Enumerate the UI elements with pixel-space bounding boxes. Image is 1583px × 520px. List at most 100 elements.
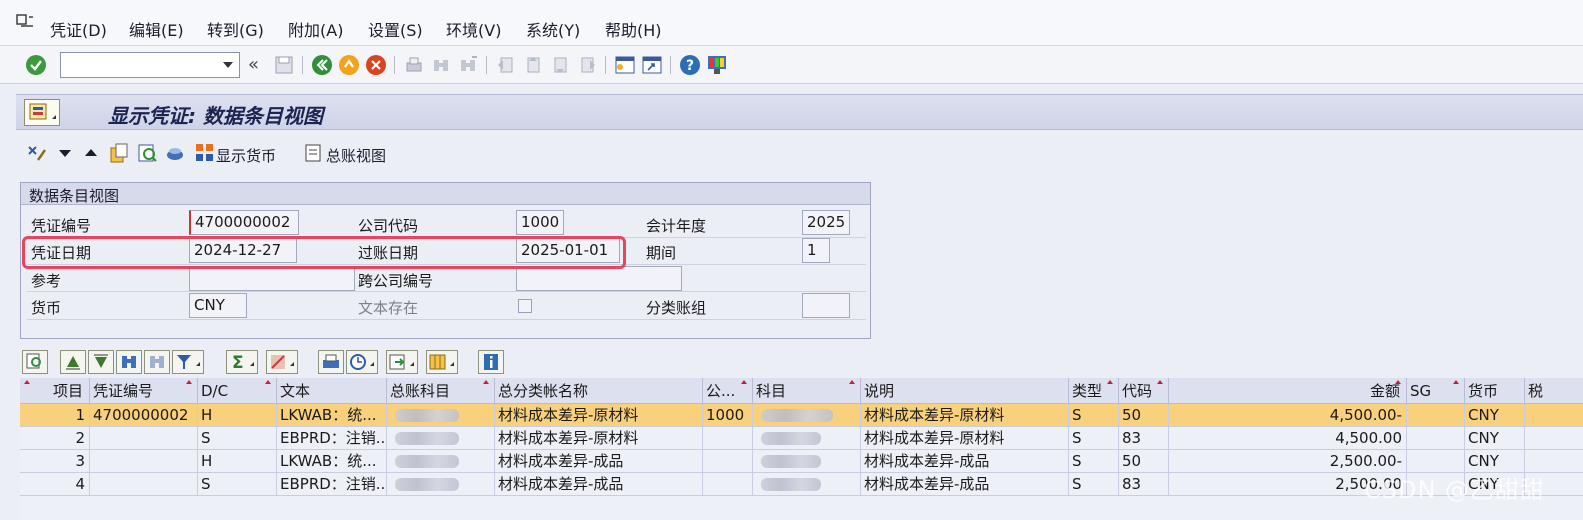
page-title: 显示凭证: 数据条目视图 <box>108 104 323 128</box>
sort-marker-icon <box>265 380 271 384</box>
cell-tax <box>1525 427 1583 450</box>
total-icon[interactable]: Σ <box>226 350 258 374</box>
cell-gl-account <box>387 404 495 427</box>
export-icon[interactable] <box>346 350 378 374</box>
collapse-up-icon[interactable] <box>80 142 102 164</box>
screen-title-bar: 显示凭证: 数据条目视图 <box>16 94 1583 130</box>
details-icon[interactable] <box>22 350 48 374</box>
currency-field[interactable]: CNY <box>189 293 247 318</box>
taxes-icon[interactable] <box>164 142 186 164</box>
menu-document[interactable]: 凭证(D) <box>50 17 107 41</box>
previous-page-icon[interactable] <box>522 54 544 76</box>
blurred-value <box>395 478 459 491</box>
menu-help[interactable]: 帮助(H) <box>605 17 662 41</box>
information-icon[interactable] <box>478 350 504 374</box>
subtotal-icon[interactable] <box>266 350 298 374</box>
sort-descending-icon[interactable] <box>88 350 114 374</box>
save-icon[interactable] <box>273 54 295 76</box>
create-session-icon[interactable] <box>614 54 636 76</box>
find-next-icon[interactable] <box>457 54 479 76</box>
find-next-icon[interactable] <box>144 350 170 374</box>
column-header-gl-account-name[interactable]: 总分类帐名称 <box>495 378 703 404</box>
blurred-value <box>395 455 459 468</box>
next-page-icon[interactable] <box>549 54 571 76</box>
display-currency-icon[interactable] <box>194 142 216 164</box>
cross-company-number-field[interactable] <box>516 266 682 291</box>
display-currency-button[interactable]: 显示货币 <box>216 145 276 166</box>
fiscal-year-field[interactable]: 2025 <box>802 210 850 235</box>
period-label: 期间 <box>646 244 677 262</box>
cell-gl-account <box>387 473 495 496</box>
cell-document-number <box>90 427 198 450</box>
sort-marker-icon <box>1107 380 1113 384</box>
last-page-icon[interactable] <box>576 54 598 76</box>
period-field[interactable]: 1 <box>802 238 830 263</box>
company-code-field[interactable]: 1000 <box>516 210 564 235</box>
customize-layout-icon[interactable] <box>706 54 728 76</box>
cell-text: LKWAB：统... <box>277 450 387 473</box>
other-document-icon[interactable] <box>108 142 130 164</box>
filter-icon[interactable] <box>172 350 204 374</box>
document-number-field[interactable]: 4700000002 <box>189 210 299 235</box>
general-ledger-view-icon[interactable] <box>303 142 325 164</box>
back-icon[interactable] <box>311 54 333 76</box>
menu-toggle-icon[interactable] <box>16 14 34 29</box>
command-field[interactable] <box>60 52 240 78</box>
column-header-account[interactable]: 科目 <box>753 378 861 404</box>
change-layout-icon[interactable] <box>426 350 458 374</box>
menu-goto[interactable]: 转到(G) <box>207 17 264 41</box>
toolbar-separator <box>486 56 487 74</box>
cell-gl-account <box>387 427 495 450</box>
cell-item: 4 <box>20 473 90 496</box>
column-header-tax[interactable]: 税 <box>1525 378 1583 404</box>
menu-system[interactable]: 系统(Y) <box>526 17 580 41</box>
history-back-icon[interactable]: « <box>248 54 259 75</box>
find-icon[interactable] <box>116 350 142 374</box>
ledger-group-field[interactable] <box>802 293 850 318</box>
column-header-currency[interactable]: 货币 <box>1465 378 1525 404</box>
print-icon[interactable] <box>403 54 425 76</box>
enter-check-icon[interactable] <box>25 54 47 76</box>
expand-down-icon[interactable] <box>54 142 76 164</box>
column-header-text[interactable]: 文本 <box>277 378 387 404</box>
find-icon[interactable] <box>430 54 452 76</box>
reference-field[interactable] <box>189 266 355 291</box>
display-document-icon[interactable] <box>136 142 158 164</box>
cell-debit-credit: S <box>198 427 277 450</box>
grid-header: 项目 凭证编号 D/C 文本 总账科目 总分类帐名称 公... 科目 说明 类型… <box>20 378 1583 404</box>
cancel-icon[interactable] <box>365 54 387 76</box>
sort-marker-icon <box>24 380 30 384</box>
menu-settings[interactable]: 设置(S) <box>368 17 423 41</box>
sort-ascending-icon[interactable] <box>60 350 86 374</box>
toolbar-separator <box>394 56 395 74</box>
first-page-icon[interactable] <box>495 54 517 76</box>
cell-gl-account <box>387 450 495 473</box>
send-icon[interactable] <box>386 350 418 374</box>
menu-environment[interactable]: 环境(V) <box>446 17 501 41</box>
chevron-down-icon[interactable] <box>223 62 233 68</box>
general-ledger-view-button[interactable]: 总账视图 <box>326 145 386 166</box>
document-overview-icon[interactable] <box>24 99 60 126</box>
print-preview-icon[interactable] <box>318 350 344 374</box>
column-header-description[interactable]: 说明 <box>861 378 1069 404</box>
table-row[interactable]: 3 H LKWAB：统... 材料成本差异-成品 材料成本差异-成品 S 50 … <box>20 450 1583 473</box>
exit-icon[interactable] <box>338 54 360 76</box>
currency-label: 货币 <box>31 299 62 317</box>
column-header-gl-account[interactable]: 总账科目 <box>387 378 495 404</box>
sort-marker-icon <box>483 380 489 384</box>
table-row[interactable]: 4 S EBPRD：注销... 材料成本差异-成品 材料成本差异-成品 S 83… <box>20 473 1583 496</box>
menu-edit[interactable]: 编辑(E) <box>129 17 184 41</box>
shortcut-icon[interactable] <box>641 54 663 76</box>
sort-marker-icon <box>186 380 192 384</box>
cell-gl-account-name: 材料成本差异-成品 <box>495 450 703 473</box>
column-header-document-number[interactable]: 凭证编号 <box>90 378 198 404</box>
blurred-value <box>761 478 821 491</box>
menu-extras[interactable]: 附加(A) <box>288 17 343 41</box>
cell-account <box>753 450 861 473</box>
column-header-item[interactable]: 项目 <box>20 378 90 404</box>
table-row[interactable]: 2 S EBPRD：注销... 材料成本差异-原材料 材料成本差异-原材料 S … <box>20 427 1583 450</box>
table-row[interactable]: 1 4700000002 H LKWAB：统... 材料成本差异-原材料 100… <box>20 404 1583 427</box>
column-header-amount[interactable]: 金额 <box>1169 378 1407 404</box>
help-icon[interactable]: ? <box>679 54 701 76</box>
display-change-icon[interactable] <box>26 142 48 164</box>
